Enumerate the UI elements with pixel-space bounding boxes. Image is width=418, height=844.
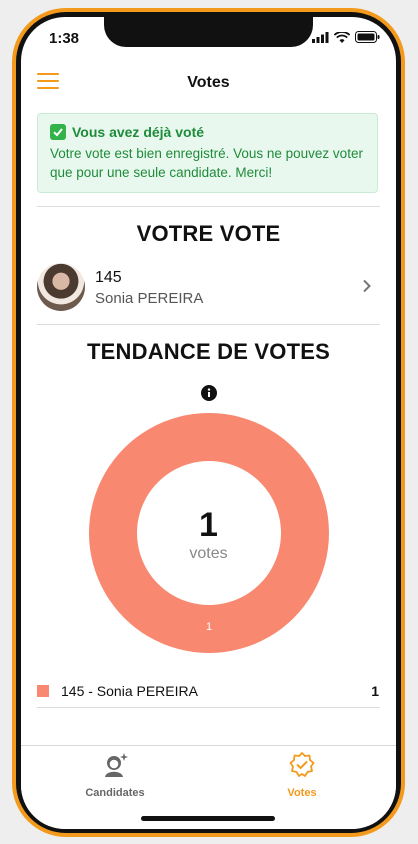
wifi-icon xyxy=(334,31,350,43)
tab-candidates[interactable]: Candidates xyxy=(55,750,175,799)
page-title: Votes xyxy=(187,74,230,91)
tab-candidates-label: Candidates xyxy=(85,787,145,799)
total-votes-label: votes xyxy=(189,545,228,562)
candidate-number: 145 xyxy=(95,269,122,286)
divider xyxy=(37,206,380,207)
divider xyxy=(37,324,380,325)
battery-icon xyxy=(355,31,380,43)
trend-heading: TENDANCE DE VOTES xyxy=(87,339,330,364)
info-icon[interactable] xyxy=(201,385,217,401)
candidate-icon xyxy=(105,753,128,777)
legend-count: 1 xyxy=(371,683,379,699)
alert-title: Vous avez déjà voté xyxy=(72,124,205,140)
check-mark-icon xyxy=(50,124,66,140)
divider xyxy=(37,707,380,708)
legend-swatch xyxy=(37,685,49,697)
your-vote-row[interactable]: 145 Sonia PEREIRA xyxy=(37,263,380,315)
legend-label: 145 - Sonia PEREIRA xyxy=(61,683,198,699)
home-indicator xyxy=(141,816,275,821)
app-screen: 1:38 Votes Vous avez déjà voté Votre vot… xyxy=(21,17,396,829)
already-voted-alert: Vous avez déjà voté Votre vote est bien … xyxy=(37,113,378,193)
alert-message: Votre vote est bien enregistré. Vous ne … xyxy=(50,146,363,180)
slice-value-label: 1 xyxy=(206,621,212,633)
status-icons xyxy=(312,31,380,43)
votes-badge-icon xyxy=(289,752,315,777)
notch xyxy=(104,17,313,47)
signal-icon xyxy=(312,31,329,43)
your-vote-heading: VOTRE VOTE xyxy=(136,221,281,246)
top-bar: Votes xyxy=(21,61,396,105)
tab-votes-label: Votes xyxy=(287,787,317,799)
status-time: 1:38 xyxy=(49,30,80,47)
legend-item: 145 - Sonia PEREIRA 1 xyxy=(37,681,380,705)
candidate-name: Sonia PEREIRA xyxy=(95,290,204,307)
candidate-avatar xyxy=(37,263,85,311)
tab-votes[interactable]: Votes xyxy=(242,750,362,799)
total-votes-number: 1 xyxy=(199,506,218,544)
chevron-right-icon xyxy=(363,279,371,293)
